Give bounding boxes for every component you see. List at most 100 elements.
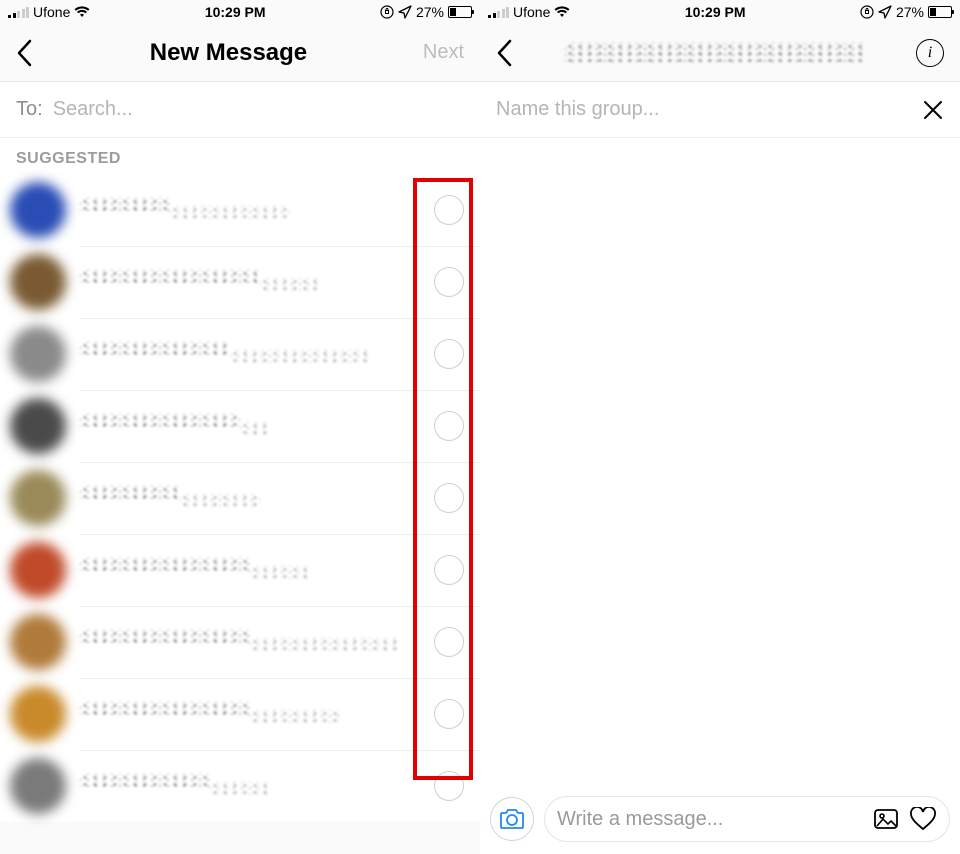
carrier-label: Ufone <box>513 4 550 20</box>
status-bar: Ufone 10:29 PM 27% <box>480 0 960 24</box>
gallery-icon <box>873 808 899 830</box>
select-radio[interactable] <box>434 555 464 585</box>
back-button[interactable] <box>496 39 514 67</box>
contact-list <box>0 174 480 822</box>
conversation-area <box>480 138 960 854</box>
like-button[interactable] <box>909 807 937 831</box>
message-input[interactable]: Write a message... <box>557 808 863 831</box>
right-screenshot: Ufone 10:29 PM 27% <box>480 0 960 854</box>
page-title: New Message <box>150 39 307 67</box>
left-screenshot: Ufone 10:29 PM 27% New M <box>0 0 480 854</box>
cellular-signal-icon <box>8 6 29 18</box>
avatar <box>10 614 66 670</box>
contact-labels <box>80 198 434 223</box>
suggested-header: SUGGESTED <box>0 138 480 174</box>
contact-username-redacted <box>250 710 340 722</box>
contact-name-redacted <box>80 270 260 284</box>
battery-percent: 27% <box>896 4 924 20</box>
status-bar: Ufone 10:29 PM 27% <box>0 0 480 24</box>
select-radio[interactable] <box>434 627 464 657</box>
contact-name-redacted <box>80 198 170 212</box>
wifi-icon <box>554 6 570 18</box>
contact-row[interactable] <box>0 750 480 822</box>
select-radio[interactable] <box>434 699 464 729</box>
battery-percent: 27% <box>416 4 444 20</box>
contact-username-redacted <box>230 350 370 362</box>
message-input-pill[interactable]: Write a message... <box>544 796 950 842</box>
contact-labels <box>80 774 434 799</box>
contact-row[interactable] <box>0 606 480 678</box>
contact-row[interactable] <box>0 318 480 390</box>
close-button[interactable] <box>922 99 944 121</box>
recipient-search-row[interactable]: To: Search... <box>0 82 480 138</box>
next-button[interactable]: Next <box>423 41 464 64</box>
contact-labels <box>80 270 434 295</box>
contact-username-redacted <box>250 566 310 578</box>
contact-username-redacted <box>260 278 320 290</box>
clock: 10:29 PM <box>685 4 746 20</box>
avatar <box>10 398 66 454</box>
select-radio[interactable] <box>434 339 464 369</box>
contact-row[interactable] <box>0 390 480 462</box>
group-name-row[interactable]: Name this group... <box>480 82 960 138</box>
camera-icon <box>499 808 525 830</box>
camera-button[interactable] <box>490 797 534 841</box>
avatar <box>10 326 66 382</box>
contact-username-redacted <box>250 638 400 650</box>
contact-labels <box>80 558 434 583</box>
location-icon <box>878 5 892 19</box>
to-label: To: <box>16 98 43 121</box>
rotation-lock-icon <box>860 5 874 19</box>
contact-labels <box>80 630 434 655</box>
avatar <box>10 686 66 742</box>
contact-name-redacted <box>80 702 250 716</box>
avatar <box>10 182 66 238</box>
carrier-label: Ufone <box>33 4 70 20</box>
gallery-button[interactable] <box>873 808 899 830</box>
select-radio[interactable] <box>434 411 464 441</box>
select-radio[interactable] <box>434 483 464 513</box>
info-button[interactable]: i <box>916 39 944 67</box>
contact-row[interactable] <box>0 174 480 246</box>
back-button[interactable] <box>16 39 34 67</box>
rotation-lock-icon <box>380 5 394 19</box>
contact-name-redacted <box>80 414 240 428</box>
contact-name-redacted <box>80 558 250 572</box>
group-name-input[interactable]: Name this group... <box>496 98 659 121</box>
contact-row[interactable] <box>0 534 480 606</box>
contact-name-redacted <box>80 486 180 500</box>
contact-username-redacted <box>210 782 270 794</box>
avatar <box>10 758 66 814</box>
contact-username-redacted <box>170 206 290 218</box>
contact-name-redacted <box>80 342 230 356</box>
nav-bar: i <box>480 24 960 82</box>
contact-row[interactable] <box>0 678 480 750</box>
contact-name-redacted <box>80 630 250 644</box>
message-composer: Write a message... <box>480 792 960 846</box>
battery-icon <box>448 6 472 18</box>
search-input[interactable]: Search... <box>53 98 133 121</box>
avatar <box>10 542 66 598</box>
contact-row[interactable] <box>0 246 480 318</box>
clock: 10:29 PM <box>205 4 266 20</box>
contact-row[interactable] <box>0 462 480 534</box>
avatar <box>10 254 66 310</box>
heart-icon <box>909 807 937 831</box>
wifi-icon <box>74 6 90 18</box>
select-radio[interactable] <box>434 195 464 225</box>
contact-labels <box>80 414 434 439</box>
contact-username-redacted <box>240 422 270 434</box>
nav-bar: New Message Next <box>0 24 480 82</box>
contact-labels <box>80 342 434 367</box>
contact-username-redacted <box>180 494 260 506</box>
battery-icon <box>928 6 952 18</box>
select-radio[interactable] <box>434 267 464 297</box>
location-icon <box>398 5 412 19</box>
contact-name-redacted <box>80 774 210 788</box>
avatar <box>10 470 66 526</box>
select-radio[interactable] <box>434 771 464 801</box>
chat-title-redacted <box>565 43 865 63</box>
cellular-signal-icon <box>488 6 509 18</box>
contact-labels <box>80 486 434 511</box>
contact-labels <box>80 702 434 727</box>
